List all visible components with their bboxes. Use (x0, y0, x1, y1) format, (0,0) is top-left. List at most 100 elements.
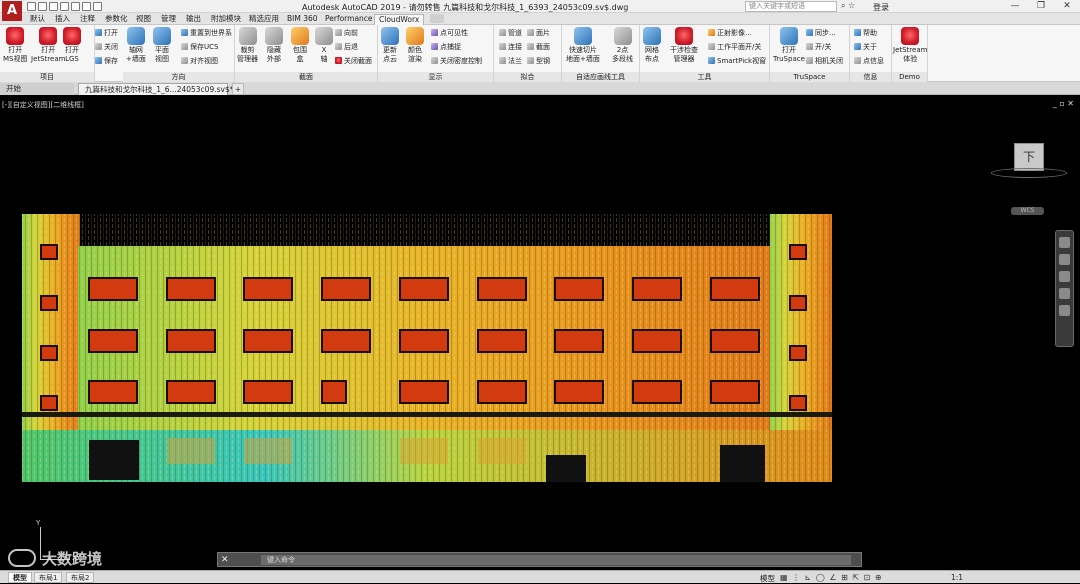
drawing-canvas[interactable] (0, 96, 1080, 570)
steel-button[interactable]: 型钢 (527, 57, 550, 65)
plan-view-button[interactable]: 平面 视图 (153, 27, 171, 63)
tab-addins[interactable]: 附加模块 (211, 13, 241, 25)
tab-manage[interactable]: 管理 (161, 13, 176, 25)
orbit-icon[interactable] (1059, 288, 1070, 299)
tab-cloudworx[interactable]: CloudWorx (374, 14, 425, 25)
viewcube[interactable]: 下 (1014, 143, 1044, 171)
reset-world-button[interactable]: 重置到世界系 (181, 29, 232, 37)
viewport-label[interactable]: [-][自定义视图][二维线框] (2, 100, 84, 110)
print-icon[interactable] (71, 2, 80, 11)
viewport-controls[interactable]: _ ▫ ✕ (1053, 99, 1074, 108)
jetstream-demo-button[interactable]: JetStream 体验 (893, 27, 927, 63)
fullnav-wheel-icon[interactable] (1059, 237, 1070, 248)
update-cloud-button[interactable]: 更新 点云 (381, 27, 399, 63)
undo-icon[interactable] (82, 2, 91, 11)
autocad-app-menu-button[interactable]: A (2, 1, 22, 21)
orthophoto-button[interactable]: 正射影像... (708, 29, 752, 37)
open-truspace-button[interactable]: 打开 TruSpace (773, 27, 805, 63)
ucs-icon (181, 43, 188, 50)
bounding-box-button[interactable]: 包围 盒 (291, 27, 309, 63)
section-button[interactable]: 截面 (527, 43, 550, 51)
flange-button[interactable]: 法兰 (499, 57, 522, 65)
new-tab-button[interactable]: + (232, 83, 244, 95)
redo-icon[interactable] (93, 2, 102, 11)
align-view-button[interactable]: 对齐视图 (181, 57, 218, 65)
work-plane-button[interactable]: 工作平面开/关 (708, 43, 761, 51)
save-icon[interactable] (49, 2, 58, 11)
point-info-button[interactable]: 点信息 (854, 57, 884, 65)
open-jetstream-button[interactable]: 打开 JetStream (31, 27, 65, 63)
minimize-button[interactable]: — (1002, 0, 1028, 13)
camera-close-button[interactable]: 相机关闭 (806, 57, 843, 65)
tab-featured-apps[interactable]: 精选应用 (249, 13, 279, 25)
tab-insert[interactable]: 插入 (55, 13, 70, 25)
new-icon[interactable] (27, 2, 36, 11)
tab-parametric[interactable]: 参数化 (105, 13, 128, 25)
close-file-icon (95, 43, 102, 50)
pipe-button[interactable]: 管道 (499, 29, 522, 37)
save-ucs-button[interactable]: 保存UCS (181, 43, 218, 51)
tab-drawing-file[interactable]: 九篇科技和戈尔科技_1_6...24053c09.sv$* (78, 83, 233, 95)
grid-points-button[interactable]: 网格 布点 (643, 27, 661, 63)
quick-slice-button[interactable]: 快速切片 地面+墙面 (566, 27, 600, 63)
interference-manager-button[interactable]: 干涉检查 管理器 (670, 27, 698, 63)
drafting-toggles[interactable]: ▦ ⋮ ⊾ ◯ ∠ ⊞ ⇱ ⊡ ⊕ (780, 573, 883, 582)
layout-tab-1[interactable]: 布局1 (34, 572, 63, 583)
axis-wall-button[interactable]: 轴网 +墙面 (126, 27, 146, 63)
about-button[interactable]: 关于 (854, 43, 877, 51)
smartpick-button[interactable]: SmartPick视窗 (708, 57, 766, 65)
palette-icon (406, 27, 424, 45)
panel-title-project: 项目 (0, 72, 94, 82)
back-button[interactable]: 后退 (335, 43, 358, 51)
point-snap-button[interactable]: 点捕捉 (431, 43, 461, 51)
restore-button[interactable]: ❐ (1028, 0, 1054, 13)
layout-tab-model[interactable]: 模型 (8, 572, 32, 583)
viewcube-compass[interactable] (991, 168, 1067, 178)
close-section-button[interactable]: 关闭截面 (335, 57, 372, 65)
density-control-button[interactable]: 关闭密度控制 (431, 57, 482, 65)
cloudworx-red-icon (39, 27, 58, 45)
panel-project-small: 打开 关闭 保存 (95, 25, 123, 82)
close-button[interactable]: ✕ (1054, 0, 1080, 13)
tab-bim360[interactable]: BIM 360 (287, 13, 318, 25)
save-as-icon[interactable] (60, 2, 69, 11)
tab-view[interactable]: 视图 (136, 13, 151, 25)
tab-performance[interactable]: Performance (325, 13, 373, 25)
pan-icon[interactable] (1059, 254, 1070, 265)
help-button[interactable]: 帮助 (854, 29, 877, 37)
model-space-toggle[interactable]: 模型 (760, 573, 775, 584)
tab-default[interactable]: 默认 (30, 13, 45, 25)
close-small-button[interactable]: 关闭 (95, 43, 118, 51)
command-close-icon[interactable]: ✕ (221, 555, 229, 566)
showmotion-icon[interactable] (1059, 305, 1070, 316)
x-axis-button[interactable]: X 轴 (315, 27, 333, 63)
layout-tab-2[interactable]: 布局2 (66, 572, 95, 583)
tab-output[interactable]: 输出 (186, 13, 201, 25)
annotation-scale[interactable]: 1:1 (951, 573, 963, 582)
point-visibility-button[interactable]: 点可见性 (431, 29, 468, 37)
zoom-icon[interactable] (1059, 271, 1070, 282)
binoculars-icon[interactable]: ⌕ ☆ (841, 1, 855, 11)
tab-start[interactable]: 开始 (0, 83, 74, 95)
color-render-button[interactable]: 颜色 渲染 (406, 27, 424, 63)
ribbon-toggle-icon[interactable] (430, 14, 444, 23)
open-lgs-button[interactable]: 打开 LGS (63, 27, 81, 63)
tab-annotate[interactable]: 注释 (80, 13, 95, 25)
two-point-polyline-button[interactable]: 2点 多段线 (612, 27, 633, 63)
open-small-button[interactable]: 打开 (95, 29, 118, 37)
navigation-bar[interactable] (1055, 230, 1074, 347)
patch-button[interactable]: 面片 (527, 29, 550, 37)
save-small-button[interactable]: 保存 (95, 57, 118, 65)
sync-button[interactable]: 同步... (806, 29, 836, 37)
hide-outside-button[interactable]: 隐藏 外部 (265, 27, 283, 63)
connect-button[interactable]: 连接 (499, 43, 522, 51)
toggle-button[interactable]: 开/关 (806, 43, 831, 51)
clip-manager-button[interactable]: 裁剪 管理器 (237, 27, 258, 63)
wcs-menu[interactable]: WCS (1011, 207, 1044, 215)
command-input[interactable]: 键入命令 (261, 555, 851, 565)
open-icon[interactable] (38, 2, 47, 11)
forward-button[interactable]: 向前 (335, 29, 358, 37)
search-input[interactable]: 键入关键字或短语 (745, 1, 837, 12)
login-button[interactable]: 登录 (873, 2, 889, 13)
open-ms-view-button[interactable]: 打开 MS视图 (3, 27, 27, 63)
